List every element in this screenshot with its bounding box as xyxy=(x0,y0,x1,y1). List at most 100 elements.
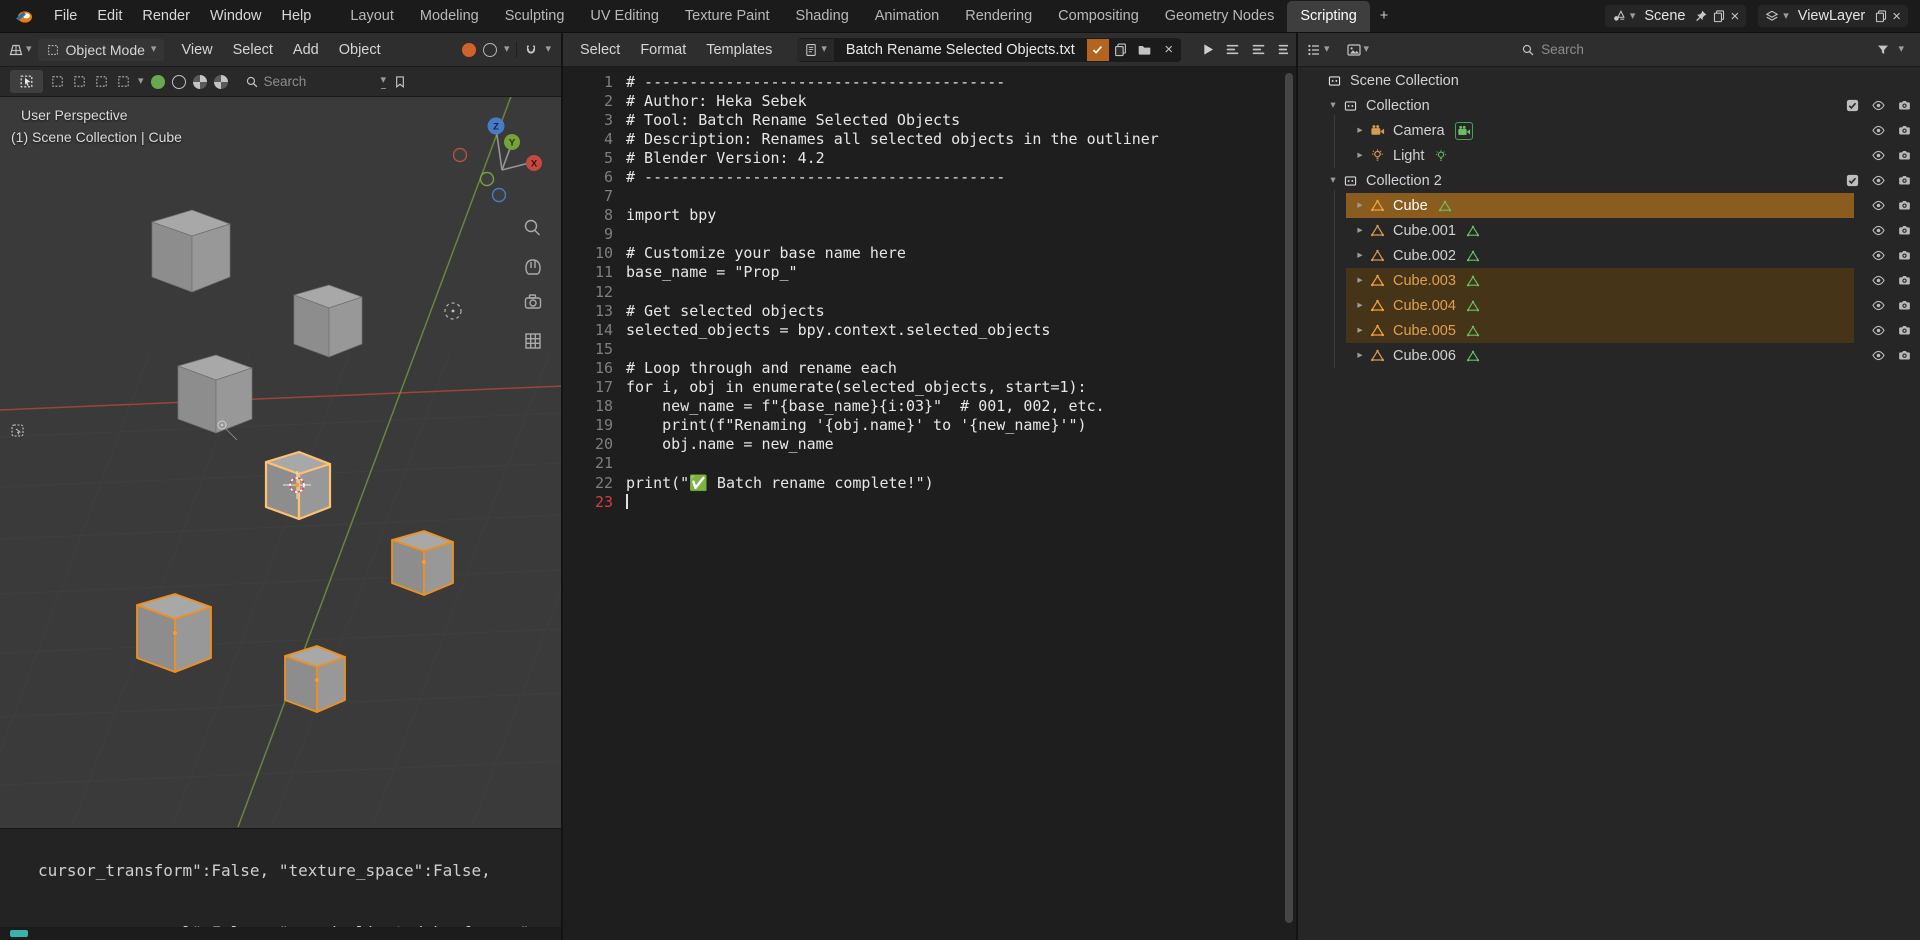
code-line[interactable]: 16 # Loop through and rename each xyxy=(577,358,1296,377)
code-line[interactable]: 3 # Tool: Batch Rename Selected Objects xyxy=(577,110,1296,129)
viewlayer-icon[interactable] xyxy=(1765,9,1779,23)
outliner-row-scene-collection[interactable]: Scene Collection xyxy=(1298,68,1920,93)
filter-funnel-icon[interactable] xyxy=(1876,43,1890,57)
outliner-search-input[interactable] xyxy=(1541,42,1692,57)
tab-texture-paint[interactable]: Texture Paint xyxy=(672,1,783,32)
code-line[interactable]: 18 new_name = f"{base_name}{i:03}" # 001… xyxy=(577,397,1296,416)
outliner-row-cube-005[interactable]: ▸ Cube.005 xyxy=(1298,318,1920,343)
gizmo-neg-y-ball[interactable] xyxy=(479,171,495,187)
preset-dropdown-icon[interactable]: ▾ xyxy=(380,74,387,89)
new-text-icon[interactable] xyxy=(1109,39,1133,61)
render-visibility-icon[interactable] xyxy=(1897,173,1912,188)
collapse-icon[interactable]: ▾ xyxy=(1326,175,1340,186)
expand-icon[interactable]: ▸ xyxy=(1353,325,1367,336)
scene-name[interactable]: Scene xyxy=(1639,8,1690,24)
scrollbar-thumb[interactable] xyxy=(1285,73,1293,923)
checker-sphere-icon[interactable] xyxy=(192,74,207,89)
outliner-row-light[interactable]: ▸ Light xyxy=(1298,143,1920,168)
menu-window[interactable]: Window xyxy=(200,4,272,28)
outliner-row-collection-2[interactable]: ▾ Collection 2 xyxy=(1298,168,1920,193)
menu-select[interactable]: Select xyxy=(224,38,282,62)
editor-type-3d-viewport-icon[interactable] xyxy=(8,42,24,58)
menu-select[interactable]: Select xyxy=(571,38,629,62)
mode-dropdown[interactable]: Object Mode ▾ xyxy=(37,38,165,61)
code-line[interactable]: 6 # -------------------------------------… xyxy=(577,167,1296,186)
outliner-row-cube-001[interactable]: ▸ Cube.001 xyxy=(1298,218,1920,243)
tab-rendering[interactable]: Rendering xyxy=(952,1,1045,32)
menu-file[interactable]: File xyxy=(44,4,87,28)
menu-view[interactable]: View xyxy=(172,38,221,62)
outliner-row-collection[interactable]: ▾ Collection xyxy=(1298,93,1920,118)
new-viewlayer-icon[interactable] xyxy=(1874,9,1888,23)
code-line[interactable]: 20 obj.name = new_name xyxy=(577,435,1296,454)
active-tool-select-box-button[interactable] xyxy=(10,70,43,93)
text-name-field[interactable]: Batch Rename Selected Objects.txt xyxy=(834,38,1087,62)
viewport-3d[interactable]: Z Y X User Perspective (1) Scene Collect… xyxy=(0,97,561,828)
text-datablock-browse[interactable]: ▾ xyxy=(797,38,834,61)
code-line[interactable]: 4 # Description: Renames all selected obj… xyxy=(577,129,1296,148)
hide-eye-icon[interactable] xyxy=(1871,248,1886,263)
add-workspace-button[interactable]: + xyxy=(1370,1,1398,32)
hide-eye-icon[interactable] xyxy=(1871,273,1886,288)
code-line[interactable]: 9 xyxy=(577,225,1296,244)
info-editor[interactable]: cursor_transform":False, "texture_space"… xyxy=(0,828,561,940)
hide-eye-icon[interactable] xyxy=(1871,98,1886,113)
expand-icon[interactable]: ▸ xyxy=(1353,275,1367,286)
select-mode-invert-icon[interactable] xyxy=(116,74,131,89)
menu-edit[interactable]: Edit xyxy=(87,4,132,28)
code-line[interactable]: 15 xyxy=(577,339,1296,358)
hide-eye-icon[interactable] xyxy=(1871,173,1886,188)
new-scene-icon[interactable] xyxy=(1712,9,1726,23)
render-visibility-icon[interactable] xyxy=(1897,298,1912,313)
code-line[interactable]: 22 print("✅ Batch rename complete!") xyxy=(577,473,1296,492)
menu-add[interactable]: Add xyxy=(284,38,328,62)
outliner-row-cube-006[interactable]: ▸ Cube.006 xyxy=(1298,343,1920,368)
cube-object-selected[interactable] xyxy=(391,530,454,596)
tab-compositing[interactable]: Compositing xyxy=(1045,1,1152,32)
editor-type-outliner-icon[interactable] xyxy=(1306,42,1322,58)
code-line[interactable]: 12 xyxy=(577,282,1296,301)
snap-magnet-icon[interactable] xyxy=(524,43,538,57)
menu-help[interactable]: Help xyxy=(272,4,322,28)
expand-icon[interactable]: ▸ xyxy=(1353,225,1367,236)
render-visibility-icon[interactable] xyxy=(1897,148,1912,163)
camera-view-icon[interactable] xyxy=(524,294,542,309)
select-mode-extend-icon[interactable] xyxy=(72,74,87,89)
proportional-edit-icon[interactable] xyxy=(482,42,497,57)
scene-icon[interactable] xyxy=(1612,9,1626,23)
outliner-row-cube-002[interactable]: ▸ Cube.002 xyxy=(1298,243,1920,268)
tab-geometry-nodes[interactable]: Geometry Nodes xyxy=(1152,1,1288,32)
chevron-down-icon[interactable]: ▾ xyxy=(504,44,510,55)
display-mode-icon[interactable] xyxy=(1346,42,1362,58)
blender-logo-icon[interactable] xyxy=(8,0,40,32)
select-mode-new-icon[interactable] xyxy=(50,74,65,89)
expand-icon[interactable]: ▸ xyxy=(1353,200,1367,211)
chevron-down-icon[interactable]: ▾ xyxy=(1324,44,1330,55)
word-wrap-toggle-icon[interactable] xyxy=(1250,41,1267,58)
chevron-down-icon[interactable]: ▾ xyxy=(1898,44,1904,55)
hide-eye-icon[interactable] xyxy=(1871,123,1886,138)
ortho-grid-icon[interactable] xyxy=(525,333,541,349)
render-visibility-icon[interactable] xyxy=(1897,273,1912,288)
checker-sphere-icon[interactable] xyxy=(213,74,228,89)
falloff-sphere-icon[interactable] xyxy=(150,74,165,89)
tool-search-input[interactable] xyxy=(263,74,360,89)
viewlayer-name[interactable]: ViewLayer xyxy=(1793,8,1870,24)
hide-eye-icon[interactable] xyxy=(1871,223,1886,238)
code-line[interactable]: 7 xyxy=(577,187,1296,206)
hide-eye-icon[interactable] xyxy=(1871,323,1886,338)
code-line[interactable]: 13 # Get selected objects xyxy=(577,301,1296,320)
expand-icon[interactable]: ▸ xyxy=(1353,250,1367,261)
expand-icon[interactable]: ▸ xyxy=(1353,125,1367,136)
code-line[interactable]: 10 # Customize your base name here xyxy=(577,244,1296,263)
chevron-down-icon[interactable]: ▾ xyxy=(1783,10,1789,22)
syntax-highlight-toggle-icon[interactable] xyxy=(1276,41,1288,58)
chevron-down-icon[interactable]: ▾ xyxy=(545,44,551,55)
chevron-down-icon[interactable]: ▾ xyxy=(138,76,144,87)
tab-modeling[interactable]: Modeling xyxy=(407,1,492,32)
outliner-row-cube-003[interactable]: ▸ Cube.003 xyxy=(1298,268,1920,293)
cube-object-unselected[interactable] xyxy=(176,354,254,434)
code-line[interactable]: 21 xyxy=(577,454,1296,473)
expand-icon[interactable]: ▸ xyxy=(1353,350,1367,361)
select-mode-subtract-icon[interactable] xyxy=(94,74,109,89)
